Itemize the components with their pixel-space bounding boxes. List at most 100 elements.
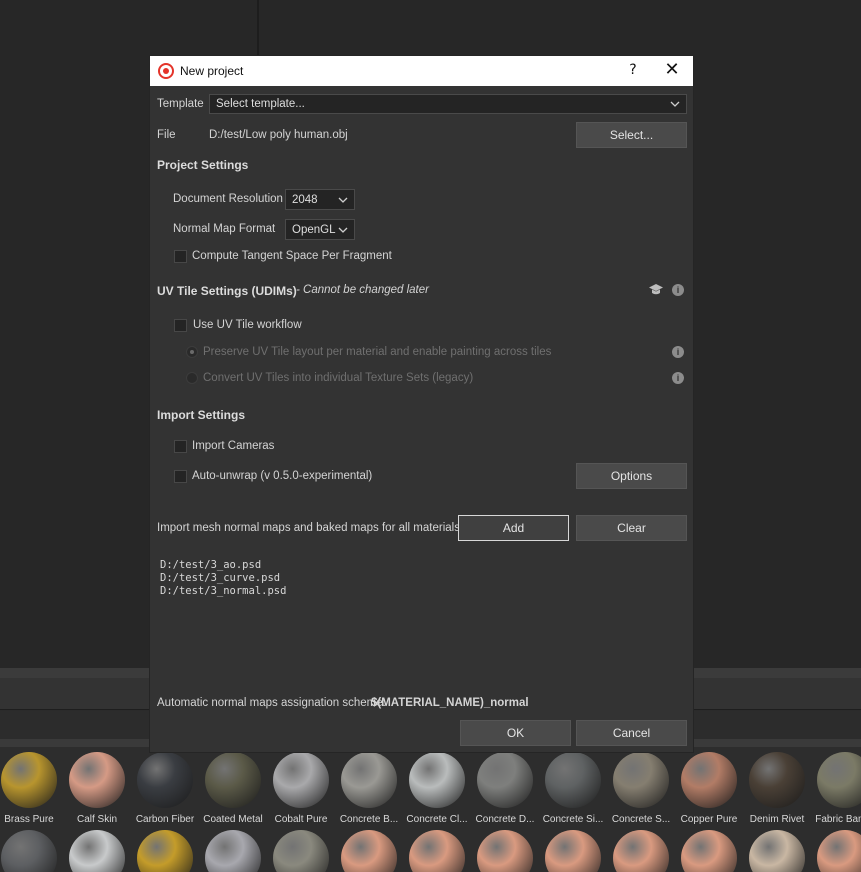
material-thumbnail[interactable]	[403, 825, 471, 872]
material-preview	[137, 752, 193, 808]
material-thumbnail[interactable]	[743, 825, 811, 872]
material-thumbnail[interactable]: Calf Skin	[63, 747, 131, 827]
material-label: Copper Pure	[680, 814, 738, 825]
material-preview	[817, 830, 861, 872]
material-label: Concrete D...	[475, 814, 535, 825]
preserve-layout-label: Preserve UV Tile layout per material and…	[203, 346, 552, 358]
uv-tile-note: - Cannot be changed later	[296, 284, 429, 296]
project-settings-header: Project Settings	[157, 158, 249, 172]
material-thumbnail[interactable]	[471, 825, 539, 872]
material-preview	[681, 752, 737, 808]
help-button[interactable]: ?	[623, 62, 643, 78]
material-preview	[749, 752, 805, 808]
material-thumbnail[interactable]	[0, 825, 63, 872]
material-thumbnail[interactable]	[811, 825, 861, 872]
material-preview	[273, 830, 329, 872]
material-thumbnail[interactable]	[131, 825, 199, 872]
material-thumbnail[interactable]	[607, 825, 675, 872]
uv-tile-label: Use UV Tile workflow	[193, 319, 302, 331]
tangent-label: Compute Tangent Space Per Fragment	[192, 250, 392, 262]
info-icon[interactable]: i	[672, 284, 684, 296]
material-thumbnail[interactable]: Brass Pure	[0, 747, 63, 827]
material-label: Brass Pure	[4, 814, 54, 825]
material-preview	[545, 830, 601, 872]
material-preview	[817, 752, 861, 808]
material-preview	[341, 752, 397, 808]
material-thumbnail[interactable]	[675, 825, 743, 872]
maps-description: Import mesh normal maps and baked maps f…	[157, 522, 464, 534]
clear-maps-button[interactable]: Clear	[576, 515, 687, 541]
material-thumbnail[interactable]	[335, 825, 403, 872]
tutorial-icon[interactable]	[648, 283, 664, 296]
material-label: Concrete Si...	[542, 814, 604, 825]
material-thumbnail[interactable]: Copper Pure	[675, 747, 743, 827]
file-label: File	[157, 129, 176, 141]
material-preview	[409, 830, 465, 872]
normal-format-value: OpenGL	[292, 223, 336, 236]
material-thumbnail[interactable]: Concrete D...	[471, 747, 539, 827]
file-path: D:/test/Low poly human.obj	[209, 129, 348, 141]
material-thumbnail[interactable]: Coated Metal	[199, 747, 267, 827]
material-preview	[613, 830, 669, 872]
material-thumbnail[interactable]: Concrete B...	[335, 747, 403, 827]
template-select[interactable]: Select template...	[209, 94, 687, 114]
material-thumbnail[interactable]: Concrete S...	[607, 747, 675, 827]
ok-button[interactable]: OK	[460, 720, 571, 746]
material-preview	[545, 752, 601, 808]
material-thumbnail[interactable]: Cobalt Pure	[267, 747, 335, 827]
chevron-down-icon	[338, 197, 348, 203]
convert-tiles-radio[interactable]	[186, 372, 198, 384]
material-thumbnail[interactable]: Carbon Fiber	[131, 747, 199, 827]
info-icon[interactable]: i	[672, 346, 684, 358]
resolution-select[interactable]: 2048	[285, 189, 355, 210]
material-label: Concrete Cl...	[406, 814, 468, 825]
material-preview	[613, 752, 669, 808]
uv-tile-checkbox[interactable]	[174, 319, 187, 332]
material-thumbnail[interactable]	[539, 825, 607, 872]
viewport-divider	[257, 0, 259, 55]
material-thumbnail[interactable]: Concrete Cl...	[403, 747, 471, 827]
auto-unwrap-checkbox[interactable]	[174, 470, 187, 483]
convert-tiles-label: Convert UV Tiles into individual Texture…	[203, 372, 474, 384]
chevron-down-icon	[670, 101, 680, 107]
resolution-label: Document Resolution	[173, 193, 283, 205]
normal-format-label: Normal Map Format	[173, 223, 276, 235]
material-preview	[205, 830, 261, 872]
cancel-button[interactable]: Cancel	[576, 720, 687, 746]
maps-file-list[interactable]: D:/test/3_ao.psd D:/test/3_curve.psd D:/…	[160, 559, 680, 598]
normal-format-select[interactable]: OpenGL	[285, 219, 355, 240]
import-cameras-checkbox[interactable]	[174, 440, 187, 453]
material-label: Denim Rivet	[749, 814, 805, 825]
material-thumbnail[interactable]: Concrete Si...	[539, 747, 607, 827]
template-value: Select template...	[216, 98, 305, 110]
tangent-checkbox[interactable]	[174, 250, 187, 263]
material-preview	[1, 830, 57, 872]
options-button[interactable]: Options	[576, 463, 687, 489]
list-item[interactable]: D:/test/3_ao.psd	[160, 559, 680, 572]
material-preview	[477, 830, 533, 872]
scheme-value: $(MATERIAL_NAME)_normal	[371, 697, 529, 709]
material-preview	[681, 830, 737, 872]
material-thumbnail[interactable]	[63, 825, 131, 872]
material-thumbnail[interactable]	[267, 825, 335, 872]
select-file-button[interactable]: Select...	[576, 122, 687, 148]
scheme-label: Automatic normal maps assignation scheme…	[157, 697, 386, 709]
add-maps-button[interactable]: Add	[458, 515, 569, 541]
material-thumbnail[interactable]: Fabric Bam...	[811, 747, 861, 827]
dialog-titlebar: New project ? ✕	[150, 56, 693, 86]
info-icon[interactable]: i	[672, 372, 684, 384]
close-icon[interactable]: ✕	[661, 59, 683, 80]
material-preview	[749, 830, 805, 872]
material-preview	[205, 752, 261, 808]
material-label: Concrete S...	[611, 814, 671, 825]
material-thumbnail[interactable]: Denim Rivet	[743, 747, 811, 827]
resolution-value: 2048	[292, 193, 318, 206]
list-item[interactable]: D:/test/3_normal.psd	[160, 585, 680, 598]
material-label: Coated Metal	[203, 814, 263, 825]
list-item[interactable]: D:/test/3_curve.psd	[160, 572, 680, 585]
material-label: Concrete B...	[339, 814, 399, 825]
material-thumbnail[interactable]	[199, 825, 267, 872]
preserve-layout-radio[interactable]	[186, 346, 198, 358]
material-preview	[1, 752, 57, 808]
new-project-dialog: New project ? ✕ Template Select template…	[149, 55, 694, 753]
